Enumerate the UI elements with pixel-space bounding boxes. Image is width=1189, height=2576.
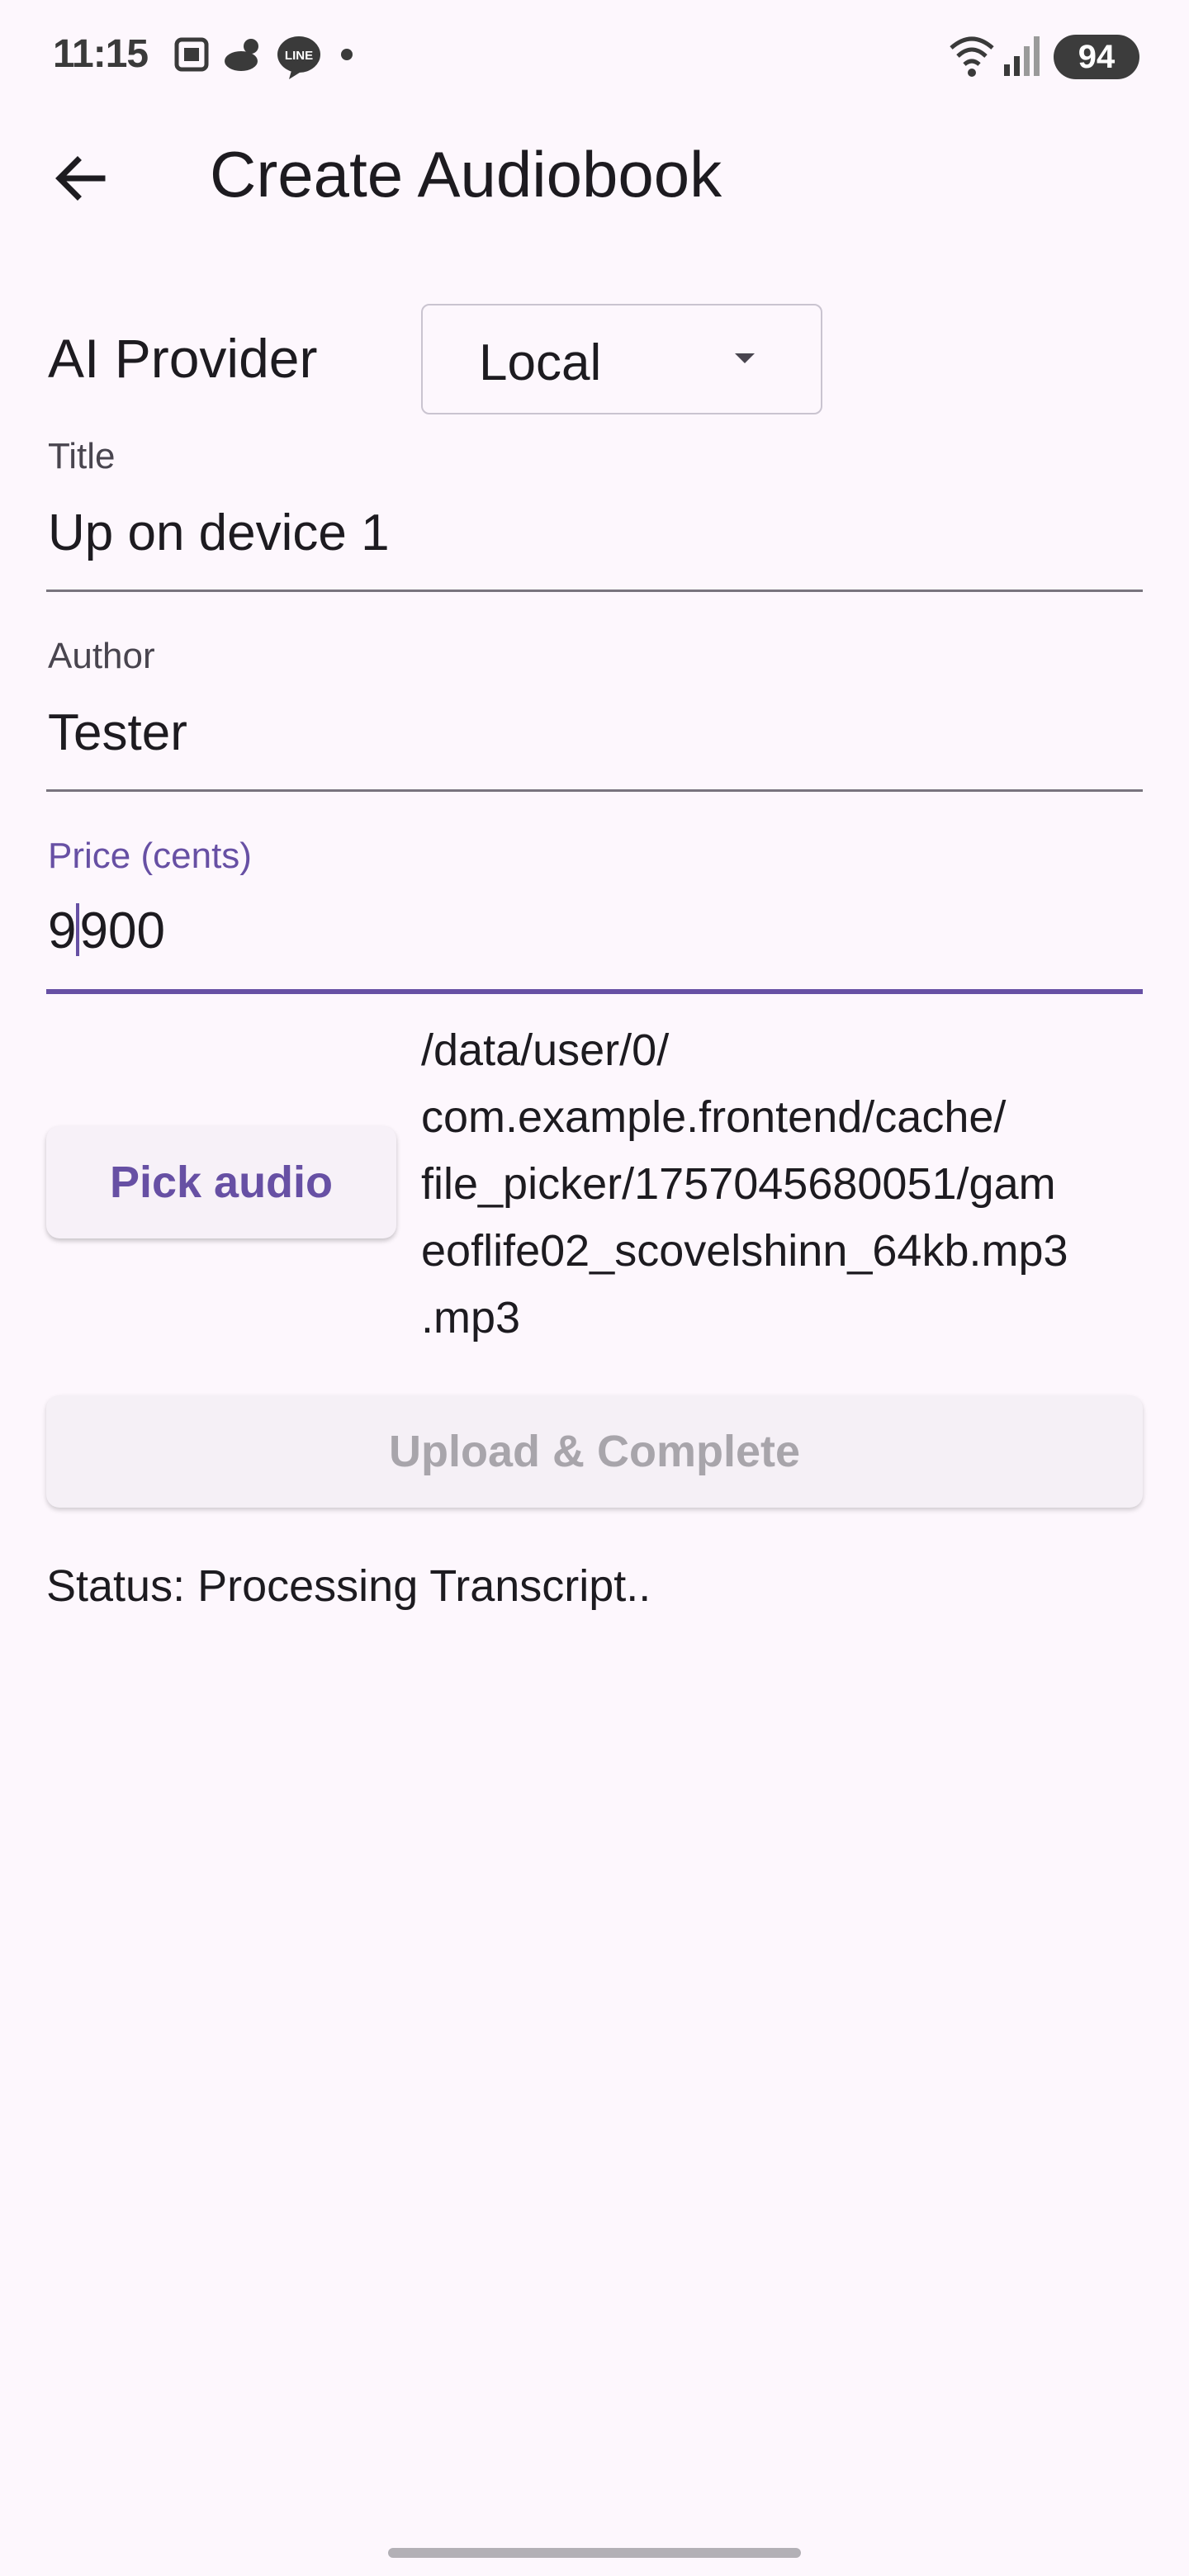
- battery-charging-icon: 94: [1054, 35, 1139, 79]
- signal-icon: [1004, 36, 1040, 76]
- battery-level: 94: [1078, 39, 1116, 75]
- app-bar: Create Audiobook: [0, 124, 1189, 223]
- price-value-after-cursor: 900: [79, 902, 165, 959]
- gesture-navigation-bar[interactable]: [388, 2548, 801, 2558]
- selected-file-path: /data/user/0/ com.example.frontend/cache…: [421, 1025, 1068, 1342]
- author-field-value[interactable]: Tester: [48, 703, 187, 762]
- ai-provider-dropdown[interactable]: Local: [421, 304, 822, 414]
- title-field[interactable]: Title Up on device 1: [46, 436, 1143, 593]
- status-text: Status: Processing Transcript..: [46, 1561, 651, 1611]
- price-value-before-cursor: 9: [48, 902, 77, 959]
- dropdown-caret-icon: [735, 353, 755, 363]
- author-field-label: Author: [48, 636, 155, 676]
- author-field-underline: [46, 789, 1143, 792]
- ai-provider-selected: Local: [479, 334, 602, 391]
- pick-audio-button[interactable]: Pick audio: [46, 1126, 396, 1238]
- screenshot-icon: [174, 37, 209, 72]
- price-field-underline: [46, 989, 1143, 994]
- dot-icon: [341, 49, 353, 60]
- svg-text:LINE: LINE: [285, 49, 313, 63]
- price-field-label: Price (cents): [48, 836, 252, 876]
- author-field[interactable]: Author Tester: [46, 636, 1143, 793]
- line-app-icon: LINE: [277, 36, 320, 79]
- weather-icon: [225, 39, 258, 71]
- price-field[interactable]: Price (cents) 9900: [46, 836, 1143, 996]
- wifi-icon: [950, 36, 994, 77]
- page-title: Create Audiobook: [210, 138, 722, 211]
- title-field-value[interactable]: Up on device 1: [48, 504, 390, 562]
- clock: 11:15: [53, 32, 149, 76]
- arrow-back-icon[interactable]: [45, 142, 117, 215]
- title-field-label: Title: [48, 436, 116, 476]
- price-field-value[interactable]: 9900: [48, 902, 165, 960]
- upload-complete-button[interactable]: Upload & Complete: [46, 1395, 1143, 1508]
- title-field-underline: [46, 590, 1143, 592]
- status-bar: 11:15 LINE 94: [0, 0, 1189, 112]
- ai-provider-label: AI Provider: [48, 328, 318, 389]
